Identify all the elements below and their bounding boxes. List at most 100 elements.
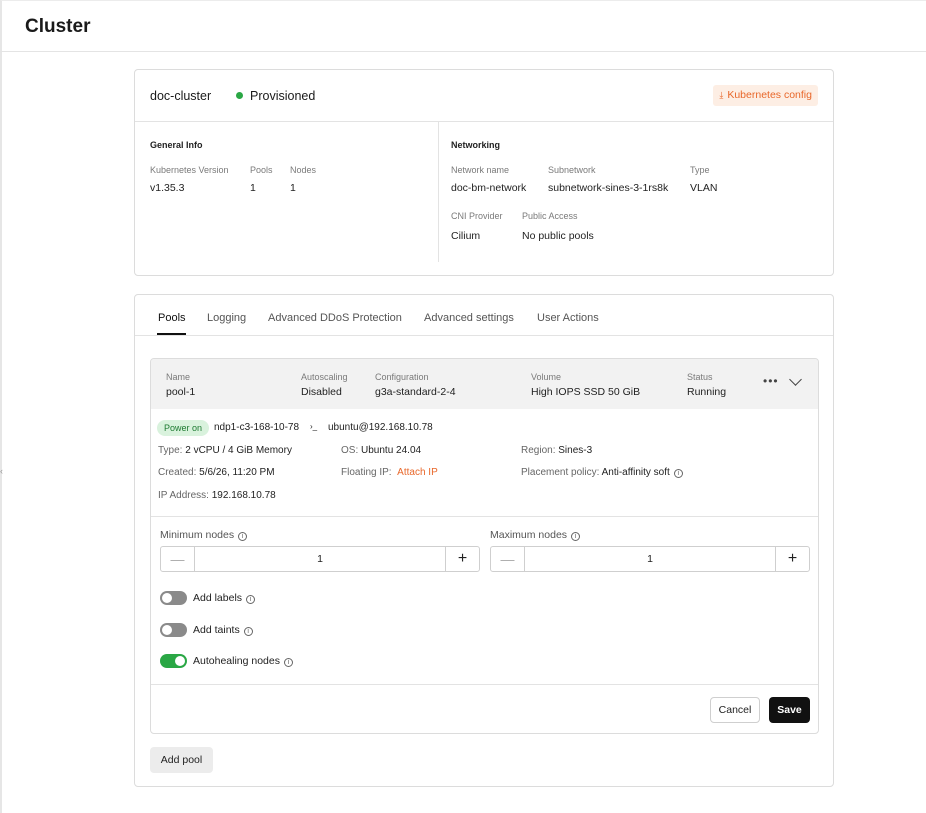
node-type-label: Type: [158,445,183,456]
maximum-nodes-decrement-button[interactable]: — [491,547,525,571]
autohealing-label: Autohealing nodes i [193,655,293,667]
minimum-nodes-input[interactable]: 1 [195,547,445,571]
ip-address-value: 192.168.10.78 [211,490,276,501]
save-button[interactable]: Save [769,697,810,723]
kubernetes-config-button[interactable]: ⤓ Kubernetes config [713,85,818,106]
pool-status-value: Running [687,386,727,398]
general-info-title: General Info [150,140,203,150]
more-icon[interactable]: ••• [763,374,779,388]
tab-user-actions[interactable]: User Actions [537,312,599,324]
autohealing-toggle[interactable] [160,654,187,668]
minimum-nodes-decrement-button[interactable]: — [161,547,195,571]
node-os: OS: Ubuntu 24.04 [341,445,421,456]
add-labels-toggle[interactable] [160,591,187,605]
node-type-value: 2 vCPU / 4 GiB Memory [185,445,292,456]
node-created: Created: 5/6/26, 11:20 PM [158,467,275,478]
active-tab-indicator [157,333,186,335]
terminal-icon: ›_ [310,422,318,431]
add-pool-button[interactable]: Add pool [150,747,213,773]
public-access-label: Public Access [522,211,578,221]
node-region: Region: Sines-3 [521,445,592,456]
ssh-command-link[interactable]: ubuntu@192.168.10.78 [328,422,433,433]
placement-policy-value: Anti-affinity soft [601,467,670,478]
autohealing-text: Autohealing nodes [193,655,280,667]
node-created-label: Created: [158,467,197,478]
maximum-nodes-increment-button[interactable]: + [775,547,809,571]
download-icon: ⤓ [719,90,724,100]
kubernetes-version-label: Kubernetes Version [150,165,229,175]
add-labels-text: Add labels [193,592,243,604]
networking-title: Networking [451,140,501,150]
node-created-value: 5/6/26, 11:20 PM [199,467,275,478]
cluster-header: doc-cluster Provisioned ⤓ Kubernetes conf… [135,70,833,122]
pools-count-value: 1 [250,182,256,194]
volume-label: Volume [531,372,562,382]
node-hostname-link[interactable]: ndp1-c3-168-10-78 [214,422,299,433]
pool-header[interactable]: Name pool-1 Autoscaling Disabled Configu… [151,359,818,409]
placement-policy-label: Placement policy: [521,467,600,478]
node-ip: IP Address: 192.168.10.78 [158,490,276,501]
chevron-down-icon[interactable] [789,373,802,386]
attach-ip-link[interactable]: Attach IP [397,467,438,478]
add-taints-text: Add taints [193,624,240,636]
tab-advanced-ddos-protection[interactable]: Advanced DDoS Protection [268,312,402,324]
cluster-status: Provisioned [236,89,315,103]
network-name-label: Network name [451,165,510,175]
minimum-nodes-increment-button[interactable]: + [445,547,479,571]
subnetwork-value: subnetwork-sines-3-1rs8k [548,182,669,194]
kubernetes-version-value: v1.35.3 [150,182,185,194]
subnetwork-label: Subnetwork [548,165,596,175]
toggle-knob [162,625,172,635]
status-dot-icon [236,92,243,99]
minimum-nodes-text: Minimum nodes [160,529,235,541]
divider [151,516,818,517]
pools-card: Pools Logging Advanced DDoS Protection A… [134,294,834,787]
node-placement: Placement policy: Anti-affinity soft i [521,467,683,478]
nodes-count-value: 1 [290,182,296,194]
tab-pools[interactable]: Pools [158,312,186,324]
tab-logging[interactable]: Logging [207,312,246,324]
tab-bar: Pools Logging Advanced DDoS Protection A… [135,295,833,336]
toggle-knob [162,593,172,603]
pool-name-label: Name [166,372,191,382]
node-os-label: OS: [341,445,359,456]
cni-provider-value: Cilium [451,230,481,242]
minimum-nodes-label: Minimum nodes i [160,529,248,541]
maximum-nodes-label: Maximum nodes i [490,529,581,541]
pools-count-label: Pools [250,165,273,175]
configuration-label: Configuration [375,372,429,382]
node-os-value: Ubuntu 24.04 [361,445,422,456]
sidebar-collapse-icon[interactable]: ‹ [0,466,3,476]
cluster-name: doc-cluster [150,89,212,103]
add-taints-label: Add taints i [193,624,253,636]
minimum-nodes-stepper: — 1 + [160,546,480,572]
power-status-badge: Power on [157,420,210,436]
column-divider [438,122,439,262]
info-icon[interactable]: i [571,532,581,541]
nodes-count-label: Nodes [290,165,317,175]
info-icon[interactable]: i [238,532,248,541]
maximum-nodes-input[interactable]: 1 [525,547,775,571]
kubernetes-config-label: Kubernetes config [727,89,812,101]
cancel-button[interactable]: Cancel [710,697,760,723]
node-floating-ip: Floating IP: Attach IP [341,467,438,478]
info-icon[interactable]: i [243,627,253,636]
info-icon[interactable]: i [246,595,256,604]
floating-ip-label: Floating IP: [341,467,392,478]
node-region-value: Sines-3 [558,445,593,456]
maximum-nodes-text: Maximum nodes [490,529,568,541]
info-icon[interactable]: i [673,469,683,478]
volume-value: High IOPS SSD 50 GiB [531,386,641,398]
node-type: Type: 2 vCPU / 4 GiB Memory [158,445,292,456]
add-labels-label: Add labels i [193,592,256,604]
cluster-status-label: Provisioned [250,89,316,103]
public-access-value: No public pools [522,230,594,242]
cluster-summary-card: doc-cluster Provisioned ⤓ Kubernetes conf… [134,69,834,276]
divider [151,684,818,685]
maximum-nodes-stepper: — 1 + [490,546,810,572]
tab-advanced-settings[interactable]: Advanced settings [424,312,514,324]
info-icon[interactable]: i [284,658,293,667]
autoscaling-value: Disabled [301,386,342,398]
network-type-value: VLAN [690,182,718,194]
add-taints-toggle[interactable] [160,623,187,637]
